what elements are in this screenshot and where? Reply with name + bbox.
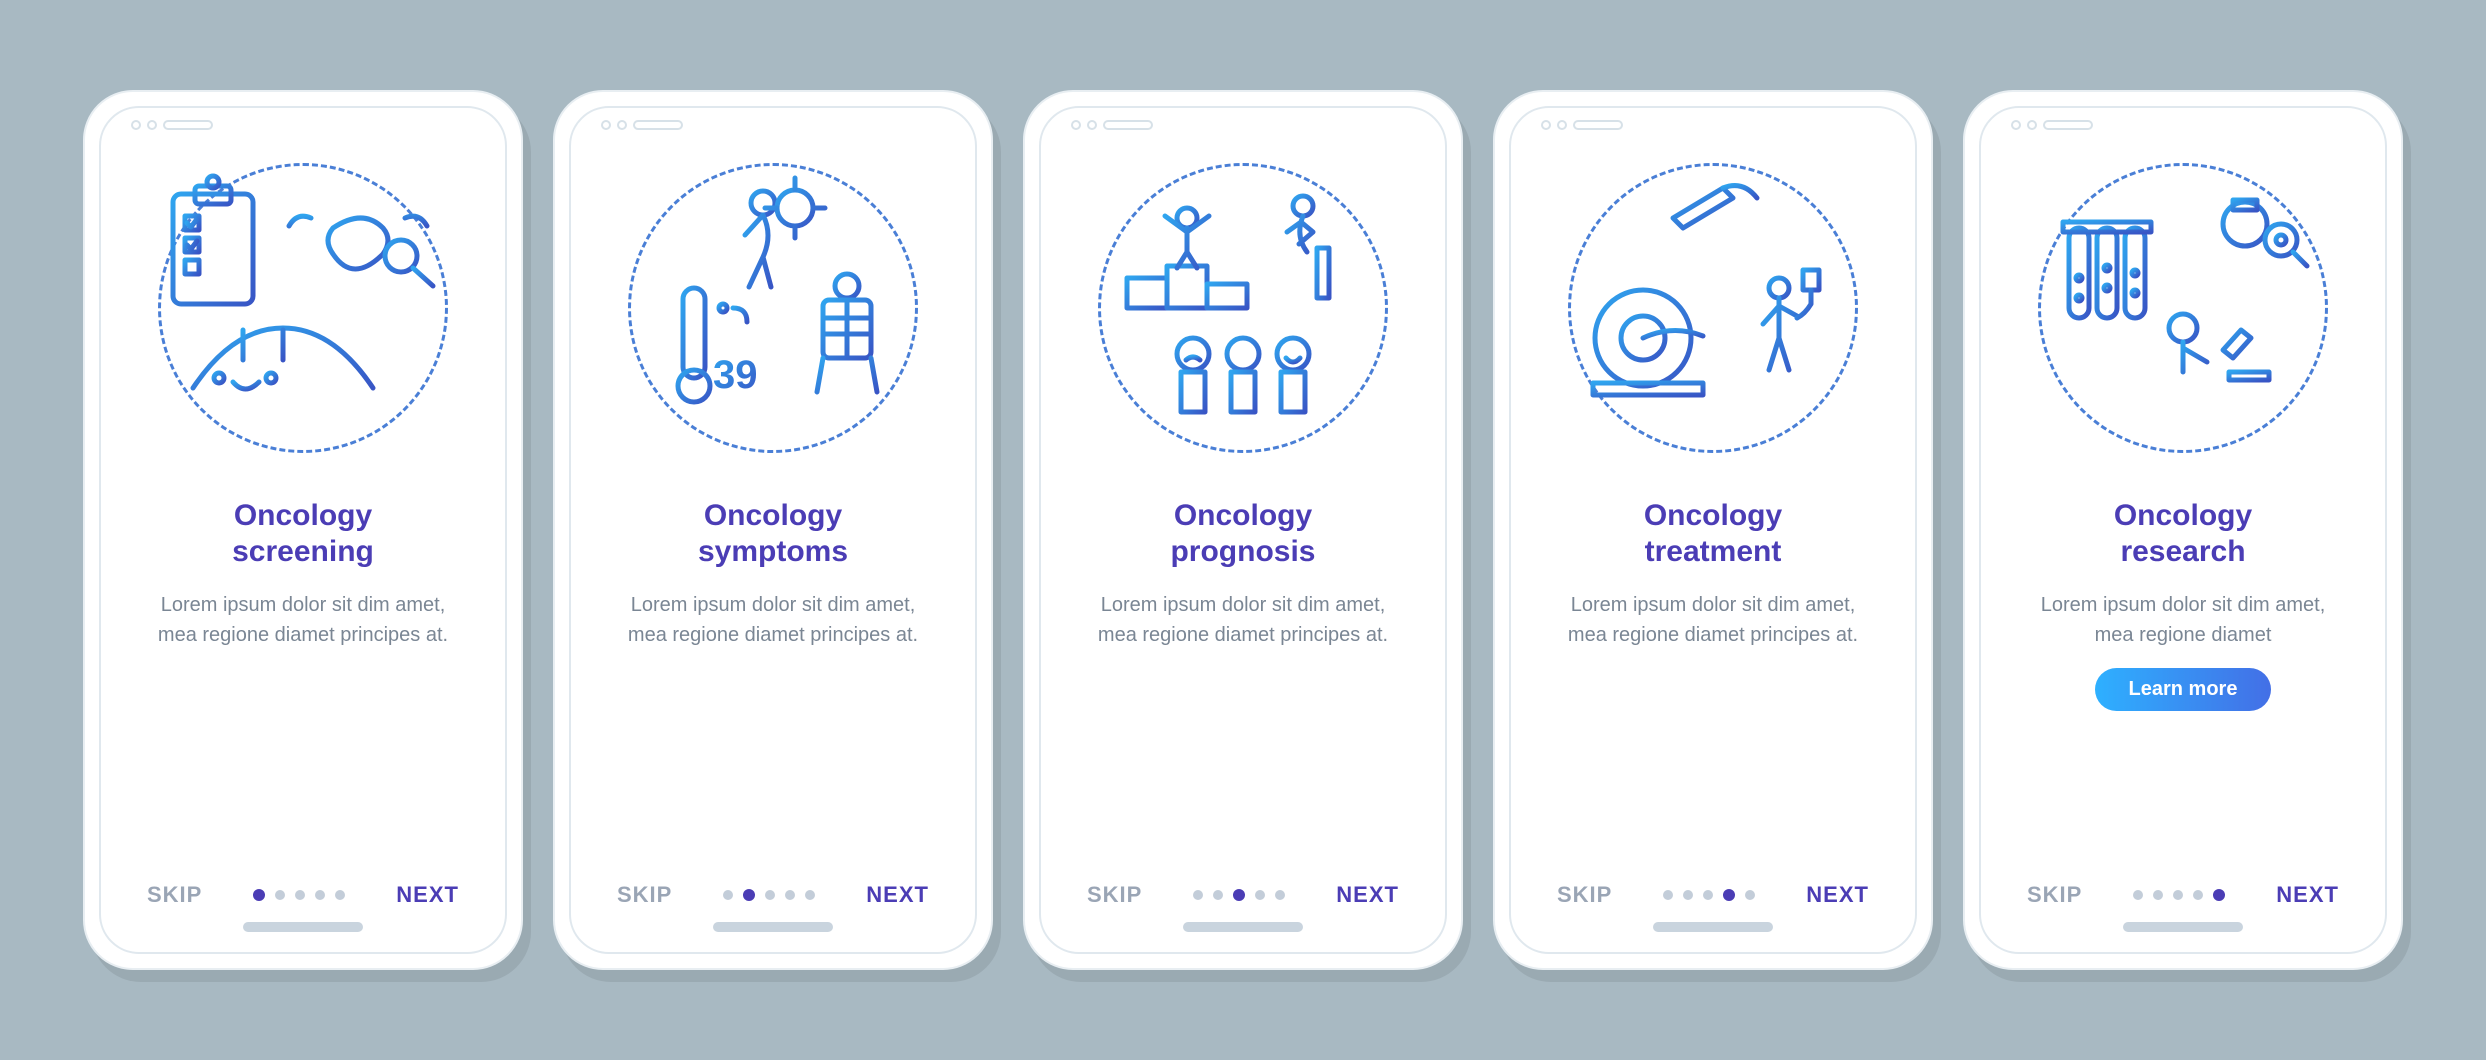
screen-title: Oncologysymptoms (611, 498, 935, 570)
page-indicator (1663, 889, 1755, 901)
page-dot[interactable] (295, 890, 305, 900)
illustration-symptoms: 39 (611, 148, 935, 468)
phone-mockup-4: Oncologytreatment Lorem ipsum dolor sit … (1493, 90, 1933, 970)
home-indicator (1653, 922, 1773, 932)
page-dot[interactable] (1703, 890, 1713, 900)
page-dot[interactable] (785, 890, 795, 900)
next-button[interactable]: NEXT (2276, 882, 2339, 908)
page-dot[interactable] (2133, 890, 2143, 900)
status-notch (601, 120, 683, 130)
screen-frame: Oncologyresearch Lorem ipsum dolor sit d… (1979, 106, 2387, 954)
phone-mockup-5: Oncologyresearch Lorem ipsum dolor sit d… (1963, 90, 2403, 970)
page-dot[interactable] (1193, 890, 1203, 900)
status-notch (1541, 120, 1623, 130)
page-dot[interactable] (275, 890, 285, 900)
screen-frame: Oncologytreatment Lorem ipsum dolor sit … (1509, 106, 1917, 954)
page-dot[interactable] (1213, 890, 1223, 900)
page-indicator (723, 889, 815, 901)
page-dot[interactable] (2153, 890, 2163, 900)
screen-frame: Oncologyscreening Lorem ipsum dolor sit … (99, 106, 507, 954)
page-dot[interactable] (335, 890, 345, 900)
home-indicator (713, 922, 833, 932)
skip-button[interactable]: SKIP (147, 882, 202, 908)
illustration-research (2021, 148, 2345, 468)
body-text: Lorem ipsum dolor sit dim amet, mea regi… (143, 590, 463, 650)
body-text: Lorem ipsum dolor sit dim amet, mea regi… (1553, 590, 1873, 650)
page-dot[interactable] (1723, 889, 1735, 901)
content-area: Oncologyresearch Lorem ipsum dolor sit d… (2021, 468, 2345, 882)
screen-frame: Oncologyprognosis Lorem ipsum dolor sit … (1039, 106, 1447, 954)
skip-button[interactable]: SKIP (1557, 882, 1612, 908)
nav-bar: SKIP NEXT (2021, 882, 2345, 908)
next-button[interactable]: NEXT (1336, 882, 1399, 908)
screen-title: Oncologyprognosis (1081, 498, 1405, 570)
screen-title: Oncologyresearch (2021, 498, 2345, 570)
skip-button[interactable]: SKIP (617, 882, 672, 908)
home-indicator (1183, 922, 1303, 932)
page-dot[interactable] (723, 890, 733, 900)
nav-bar: SKIP NEXT (1551, 882, 1875, 908)
content-area: Oncologysymptoms Lorem ipsum dolor sit d… (611, 468, 935, 882)
page-indicator (253, 889, 345, 901)
next-button[interactable]: NEXT (396, 882, 459, 908)
home-indicator (2123, 922, 2243, 932)
body-text: Lorem ipsum dolor sit dim amet, mea regi… (1083, 590, 1403, 650)
page-dot[interactable] (1233, 889, 1245, 901)
screen-title: Oncologytreatment (1551, 498, 1875, 570)
page-dot[interactable] (1683, 890, 1693, 900)
nav-bar: SKIP NEXT (1081, 882, 1405, 908)
next-button[interactable]: NEXT (1806, 882, 1869, 908)
page-dot[interactable] (1275, 890, 1285, 900)
page-indicator (2133, 889, 2225, 901)
learn-more-button[interactable]: Learn more (2095, 668, 2272, 711)
body-text: Lorem ipsum dolor sit dim amet, mea regi… (2023, 590, 2343, 650)
page-dot[interactable] (1663, 890, 1673, 900)
skip-button[interactable]: SKIP (1087, 882, 1142, 908)
page-dot[interactable] (2173, 890, 2183, 900)
content-area: Oncologyscreening Lorem ipsum dolor sit … (141, 468, 465, 882)
screening-icon (143, 158, 463, 458)
status-notch (2011, 120, 2093, 130)
home-indicator (243, 922, 363, 932)
illustration-screening (141, 148, 465, 468)
screen-frame: 39 Oncologysymptoms Lorem ipsum dolor si… (569, 106, 977, 954)
page-dot[interactable] (1255, 890, 1265, 900)
page-dot[interactable] (2213, 889, 2225, 901)
page-dot[interactable] (805, 890, 815, 900)
next-button[interactable]: NEXT (866, 882, 929, 908)
skip-button[interactable]: SKIP (2027, 882, 2082, 908)
screen-title: Oncologyscreening (141, 498, 465, 570)
page-dot[interactable] (2193, 890, 2203, 900)
nav-bar: SKIP NEXT (141, 882, 465, 908)
page-dot[interactable] (315, 890, 325, 900)
body-text: Lorem ipsum dolor sit dim amet, mea regi… (613, 590, 933, 650)
research-icon (2023, 158, 2343, 458)
treatment-icon (1553, 158, 1873, 458)
phone-mockup-2: 39 Oncologysymptoms Lorem ipsum dolor si… (553, 90, 993, 970)
illustration-treatment (1551, 148, 1875, 468)
page-indicator (1193, 889, 1285, 901)
phone-mockup-3: Oncologyprognosis Lorem ipsum dolor sit … (1023, 90, 1463, 970)
status-notch (1071, 120, 1153, 130)
nav-bar: SKIP NEXT (611, 882, 935, 908)
phone-mockup-1: Oncologyscreening Lorem ipsum dolor sit … (83, 90, 523, 970)
status-notch (131, 120, 213, 130)
svg-text:39: 39 (713, 353, 758, 397)
page-dot[interactable] (743, 889, 755, 901)
page-dot[interactable] (253, 889, 265, 901)
content-area: Oncologytreatment Lorem ipsum dolor sit … (1551, 468, 1875, 882)
content-area: Oncologyprognosis Lorem ipsum dolor sit … (1081, 468, 1405, 882)
page-dot[interactable] (1745, 890, 1755, 900)
prognosis-icon (1083, 158, 1403, 458)
onboarding-screens-row: Oncologyscreening Lorem ipsum dolor sit … (40, 40, 2446, 1020)
page-dot[interactable] (765, 890, 775, 900)
symptoms-icon: 39 (613, 158, 933, 458)
illustration-prognosis (1081, 148, 1405, 468)
